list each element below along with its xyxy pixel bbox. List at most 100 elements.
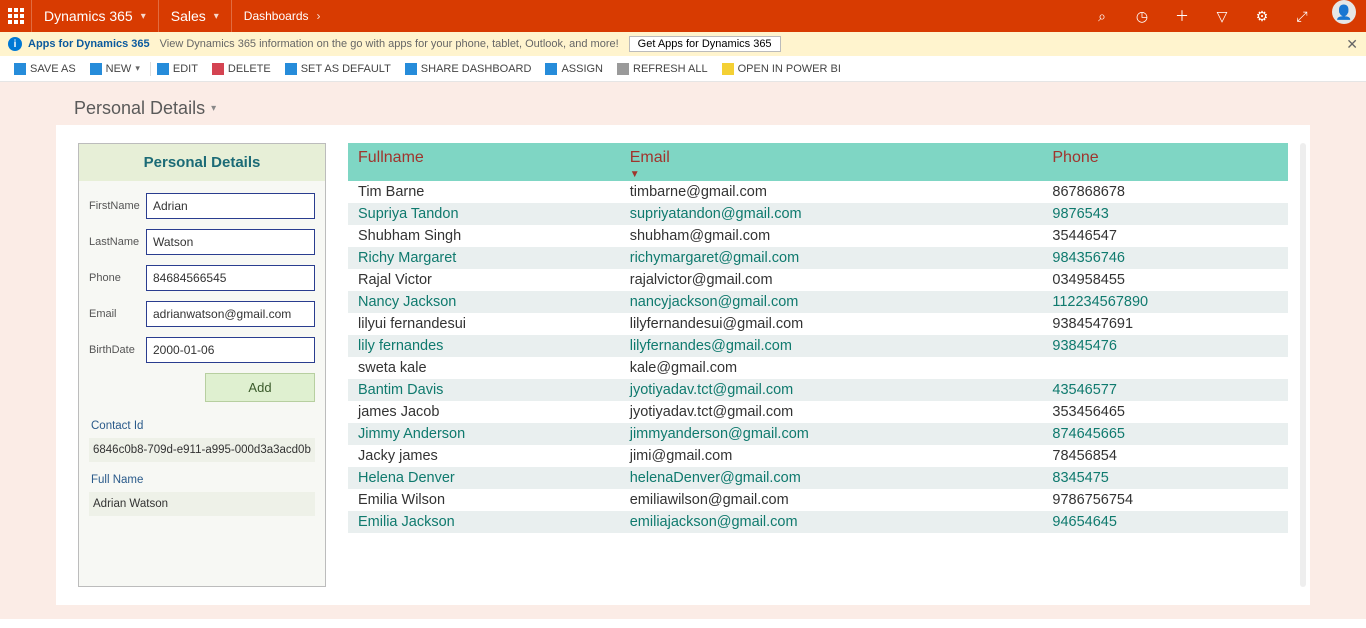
table-row[interactable]: Supriya Tandonsupriyatandon@gmail.com987…	[348, 203, 1288, 225]
edit-button[interactable]: EDIT	[157, 63, 198, 75]
info-description: View Dynamics 365 information on the go …	[160, 38, 619, 50]
search-button[interactable]: ⌕	[1082, 0, 1122, 32]
col-phone[interactable]: Phone	[1042, 143, 1288, 181]
gear-icon: ⚙	[1256, 8, 1269, 25]
cell-email: lilyfernandes@gmail.com	[620, 335, 1043, 357]
save-as-button[interactable]: SAVE AS	[14, 63, 76, 75]
refresh-button[interactable]: REFRESH ALL	[617, 63, 708, 75]
cmd-label: SHARE DASHBOARD	[421, 63, 532, 75]
table-row[interactable]: Richy Margaretrichymargaret@gmail.com984…	[348, 247, 1288, 269]
powerbi-icon	[722, 63, 734, 75]
table-row[interactable]: Bantim Davisjyotiyadav.tct@gmail.com4354…	[348, 379, 1288, 401]
pin-icon	[285, 63, 297, 75]
cmd-label: NEW	[106, 63, 132, 75]
birthdate-input[interactable]	[146, 337, 315, 363]
cell-email: timbarne@gmail.com	[620, 181, 1043, 203]
settings-button[interactable]: ⚙	[1242, 0, 1282, 32]
cell-name: Supriya Tandon	[348, 203, 620, 225]
cell-email: jyotiyadav.tct@gmail.com	[620, 401, 1043, 423]
cmd-label: ASSIGN	[561, 63, 603, 75]
page-title-dropdown[interactable]: Personal Details ▾	[0, 88, 1366, 125]
cell-phone: 78456854	[1042, 445, 1288, 467]
cell-name: Nancy Jackson	[348, 291, 620, 313]
add-button[interactable]: Add	[205, 373, 315, 402]
edit-icon	[157, 63, 169, 75]
module-menu[interactable]: Sales ▾	[159, 0, 232, 32]
table-row[interactable]: Tim Barnetimbarne@gmail.com867868678	[348, 181, 1288, 203]
new-button[interactable]: ＋	[1162, 0, 1202, 32]
table-row[interactable]: Emilia Wilsonemiliawilson@gmail.com97867…	[348, 489, 1288, 511]
form-header: Personal Details	[79, 144, 325, 181]
col-fullname[interactable]: Fullname	[348, 143, 620, 181]
cell-name: lilyui fernandesui	[348, 313, 620, 335]
table-row[interactable]: Jimmy Andersonjimmyanderson@gmail.com874…	[348, 423, 1288, 445]
waffle-icon	[8, 8, 24, 24]
table-row[interactable]: sweta kalekale@gmail.com	[348, 357, 1288, 379]
cell-email: kale@gmail.com	[620, 357, 1043, 379]
lastname-input[interactable]	[146, 229, 315, 255]
close-icon: ✕	[1346, 36, 1358, 52]
email-input[interactable]	[146, 301, 315, 327]
cell-phone: 43546577	[1042, 379, 1288, 401]
set-default-button[interactable]: SET AS DEFAULT	[285, 63, 391, 75]
table-row[interactable]: Emilia Jacksonemiliajackson@gmail.com946…	[348, 511, 1288, 533]
col-label: Fullname	[358, 149, 424, 166]
cell-email: jimmyanderson@gmail.com	[620, 423, 1043, 445]
share-button[interactable]: SHARE DASHBOARD	[405, 63, 532, 75]
table-row[interactable]: lily fernandeslilyfernandes@gmail.com938…	[348, 335, 1288, 357]
expand-button[interactable]: ⤢	[1282, 0, 1322, 32]
new-dashboard-button[interactable]: NEW▾	[90, 63, 140, 75]
powerbi-button[interactable]: OPEN IN POWER BI	[722, 63, 841, 75]
spacer	[333, 0, 1082, 32]
user-avatar[interactable]: 👤	[1332, 0, 1356, 24]
close-infobar-button[interactable]: ✕	[1346, 36, 1358, 53]
cell-name: sweta kale	[348, 357, 620, 379]
cell-name: Emilia Jackson	[348, 511, 620, 533]
cmd-label: OPEN IN POWER BI	[738, 63, 841, 75]
cmd-label: REFRESH ALL	[633, 63, 708, 75]
brand-menu[interactable]: Dynamics 365 ▾	[32, 0, 159, 32]
cell-name: Helena Denver	[348, 467, 620, 489]
fullname-label: Full Name	[89, 470, 315, 492]
sort-desc-icon: ▼	[630, 169, 640, 180]
cell-name: Jacky james	[348, 445, 620, 467]
cell-phone: 112234567890	[1042, 291, 1288, 313]
assign-button[interactable]: ASSIGN	[545, 63, 603, 75]
table-row[interactable]: Jacky jamesjimi@gmail.com78456854	[348, 445, 1288, 467]
cell-name: Jimmy Anderson	[348, 423, 620, 445]
clock-icon: ◷	[1136, 8, 1148, 25]
cell-email: lilyfernandesui@gmail.com	[620, 313, 1043, 335]
app-launcher-button[interactable]	[0, 0, 32, 32]
cell-phone: 8345475	[1042, 467, 1288, 489]
filter-button[interactable]: ▽	[1202, 0, 1242, 32]
cell-phone: 874645665	[1042, 423, 1288, 445]
delete-button[interactable]: DELETE	[212, 63, 271, 75]
apps-link[interactable]: Apps for Dynamics 365	[28, 38, 150, 50]
table-row[interactable]: Nancy Jacksonnancyjackson@gmail.com11223…	[348, 291, 1288, 313]
birthdate-label: BirthDate	[89, 344, 146, 356]
table-row[interactable]: Rajal Victorrajalvictor@gmail.com0349584…	[348, 269, 1288, 291]
cell-name: james Jacob	[348, 401, 620, 423]
col-email[interactable]: Email ▼	[620, 143, 1043, 181]
contacts-table-wrap: Fullname Email ▼ Phone Tim Barnetimbarne@…	[348, 143, 1288, 587]
recent-button[interactable]: ◷	[1122, 0, 1162, 32]
firstname-input[interactable]	[146, 193, 315, 219]
table-row[interactable]: Helena DenverhelenaDenver@gmail.com83454…	[348, 467, 1288, 489]
phone-label: Phone	[89, 272, 146, 284]
col-label: Email	[630, 149, 670, 166]
command-bar: SAVE AS NEW▾ EDIT DELETE SET AS DEFAULT …	[0, 56, 1366, 82]
breadcrumb[interactable]: Dashboards ›	[232, 0, 333, 32]
cell-email: supriyatandon@gmail.com	[620, 203, 1043, 225]
cell-email: nancyjackson@gmail.com	[620, 291, 1043, 313]
table-row[interactable]: lilyui fernandesuililyfernandesui@gmail.…	[348, 313, 1288, 335]
cell-name: Shubham Singh	[348, 225, 620, 247]
cell-phone: 034958455	[1042, 269, 1288, 291]
phone-input[interactable]	[146, 265, 315, 291]
table-row[interactable]: Shubham Singhshubham@gmail.com35446547	[348, 225, 1288, 247]
cell-name: Bantim Davis	[348, 379, 620, 401]
table-row[interactable]: james Jacobjyotiyadav.tct@gmail.com35345…	[348, 401, 1288, 423]
refresh-icon	[617, 63, 629, 75]
get-apps-button[interactable]: Get Apps for Dynamics 365	[629, 36, 781, 52]
secondary-header: Personal Details ▾ Personal Details Firs…	[0, 82, 1366, 619]
cell-phone: 9786756754	[1042, 489, 1288, 511]
